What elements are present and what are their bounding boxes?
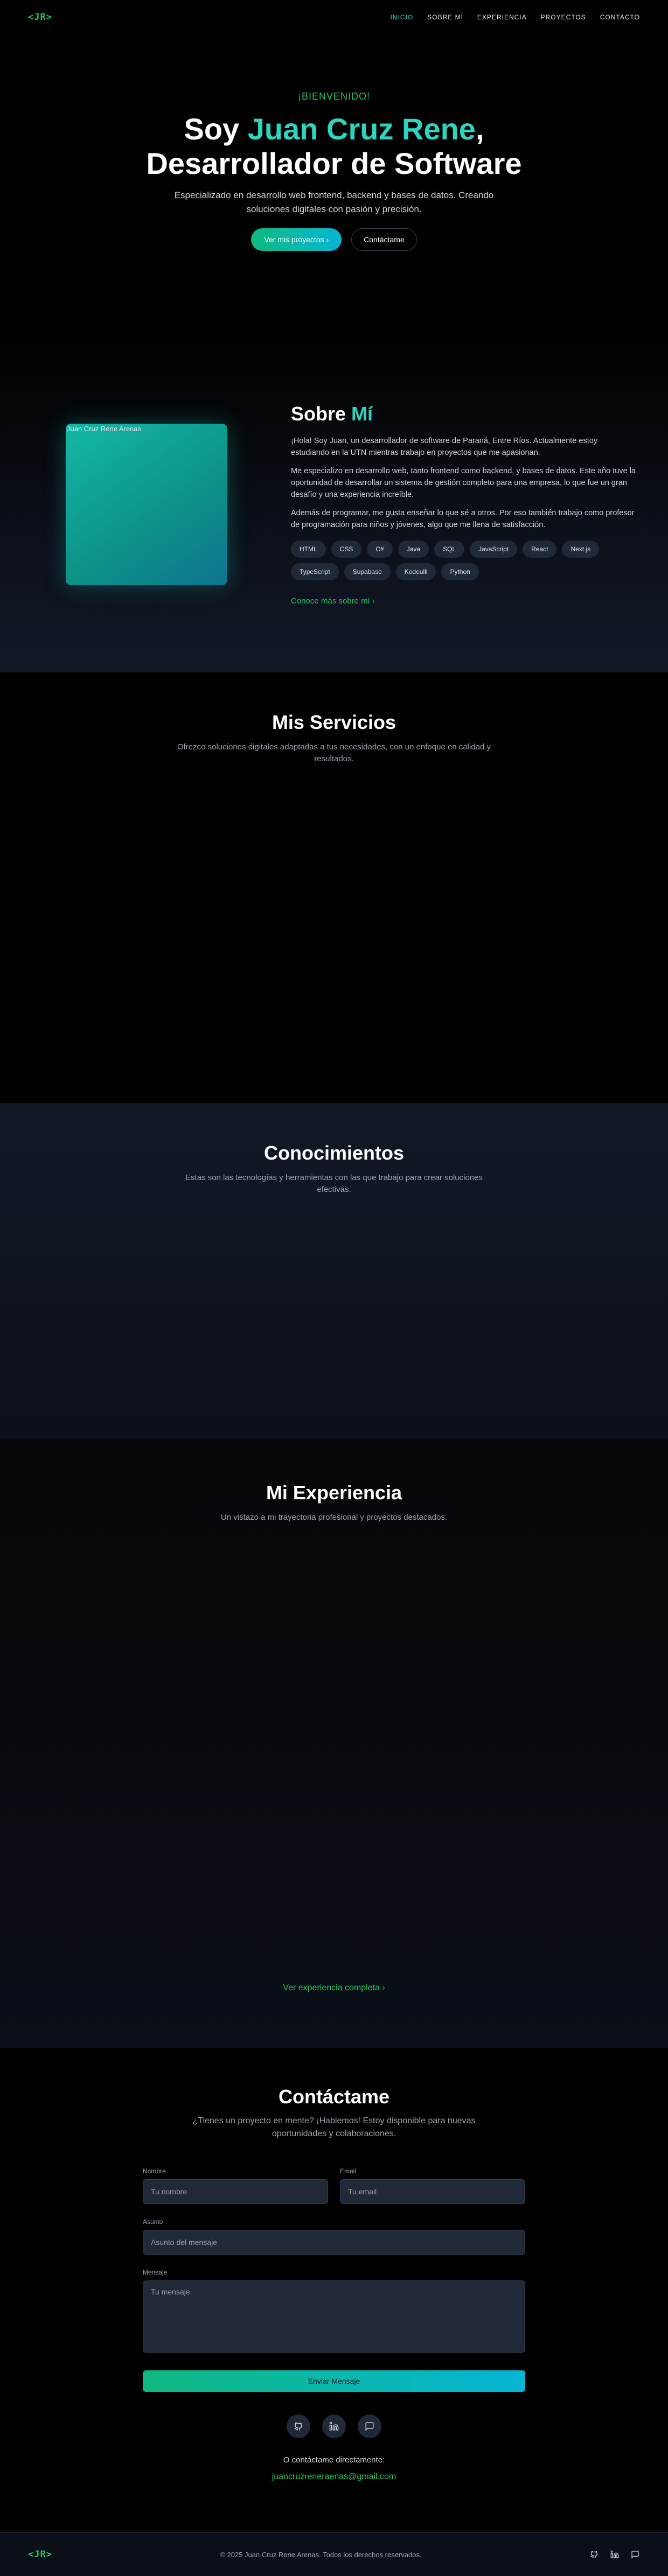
skill-chip: Kodeulli bbox=[395, 563, 436, 580]
knowledge-section: Conocimientos Estas son las tecnologías … bbox=[0, 1103, 668, 1440]
hero-title-comma: , bbox=[475, 112, 484, 146]
linkedin-link[interactable] bbox=[322, 2414, 346, 2438]
github-icon bbox=[294, 2422, 302, 2431]
subject-label: Asunto bbox=[143, 2218, 163, 2226]
hero-title: Soy Juan Cruz Rene, Desarrollador de Sof… bbox=[146, 112, 521, 181]
profile-image-alt: Juan Cruz Rene Arenas bbox=[67, 424, 142, 433]
skill-chip: React bbox=[523, 540, 557, 558]
contact-email-link[interactable]: juancruzreneraenas@gmail.com bbox=[272, 2472, 396, 2482]
services-subtitle: Ofrezco soluciones digitales adaptadas a… bbox=[177, 742, 491, 763]
nav-proyectos[interactable]: PROYECTOS bbox=[541, 13, 586, 21]
experience-section: Mi Experiencia Un vistazo a mi trayector… bbox=[0, 1440, 668, 2048]
about-title-accent: Mí bbox=[351, 402, 373, 425]
skill-chip: HTML bbox=[291, 540, 326, 558]
footer-copyright: © 2025 Juan Cruz Rene Arenas. Todos los … bbox=[220, 2550, 422, 2559]
skill-chip: Java bbox=[398, 540, 429, 558]
experience-title: Mi Experiencia bbox=[266, 1482, 402, 1504]
nav-sobre-mi[interactable]: SOBRE MÍ bbox=[427, 13, 463, 21]
name-field-group: Nombre bbox=[143, 2167, 328, 2204]
skill-chip: Python bbox=[441, 563, 479, 580]
nav-contacto[interactable]: CONTACTO bbox=[600, 13, 640, 21]
services-title: Mis Servicios bbox=[272, 711, 396, 733]
message-icon bbox=[365, 2422, 374, 2431]
contact-me-button[interactable]: Contáctame bbox=[351, 228, 417, 251]
contact-alt-text: O contáctame directamente: bbox=[283, 2455, 385, 2465]
footer-chat-link[interactable] bbox=[630, 2550, 640, 2559]
services-section: Mis Servicios Ofrezco soluciones digital… bbox=[0, 672, 668, 1103]
nav-inicio[interactable]: INICIO bbox=[391, 13, 414, 21]
site-header: <JR> INICIO SOBRE MÍ EXPERIENCIA PROYECT… bbox=[0, 0, 668, 34]
skill-chip: TypeScript bbox=[291, 563, 339, 580]
form-row: Nombre Email bbox=[143, 2167, 525, 2218]
footer-logo[interactable]: <JR> bbox=[28, 2549, 52, 2560]
hero-subtitle: Especializado en desarrollo web frontend… bbox=[174, 190, 494, 214]
footer-linkedin-link[interactable] bbox=[610, 2550, 620, 2559]
skill-chip: CSS bbox=[331, 540, 362, 558]
contact-subtitle: ¿Tienes un proyecto en mente? ¡Hablemos!… bbox=[192, 2116, 476, 2138]
skill-chip: Next.js bbox=[562, 540, 600, 558]
email-field-group: Email bbox=[340, 2167, 525, 2204]
about-title-prefix: Sobre bbox=[291, 402, 352, 425]
about-paragraph: Además de programar, me gusta enseñar lo… bbox=[291, 508, 635, 529]
contact-section: Contáctame ¿Tienes un proyecto en mente?… bbox=[0, 2048, 668, 2532]
experience-subtitle: Un vistazo a mi trayectoria profesional … bbox=[220, 1513, 448, 1522]
footer-social-links bbox=[589, 2550, 640, 2559]
contact-title: Contáctame bbox=[278, 2086, 390, 2108]
full-experience-link[interactable]: Ver experiencia completa › bbox=[0, 1983, 668, 1993]
skill-chip: JavaScript bbox=[470, 540, 518, 558]
about-paragraph: Me especializo en desarrollo web, tanto … bbox=[291, 466, 636, 499]
site-logo[interactable]: <JR> bbox=[28, 12, 52, 23]
skill-chip: C# bbox=[367, 540, 393, 558]
about-title: Sobre Mí bbox=[291, 403, 636, 425]
knowledge-subtitle: Estas son las tecnologías y herramientas… bbox=[185, 1173, 483, 1194]
about-content: Sobre Mí ¡Hola! Soy Juan, un desarrollad… bbox=[291, 403, 636, 606]
chat-link[interactable] bbox=[358, 2414, 381, 2438]
message-label: Mensaje bbox=[143, 2269, 168, 2276]
about-more-link[interactable]: Conoce más sobre mí › bbox=[291, 596, 375, 606]
view-projects-button[interactable]: Ver mis proyectos › bbox=[251, 228, 342, 251]
hero-title-name: Juan Cruz Rene bbox=[247, 112, 476, 146]
linkedin-icon bbox=[610, 2550, 619, 2558]
hero-title-role: Desarrollador de Software bbox=[146, 146, 522, 180]
message-icon bbox=[631, 2551, 639, 2559]
skill-chip: Supabase bbox=[344, 563, 391, 580]
message-field-group: Mensaje bbox=[143, 2269, 525, 2355]
about-paragraph: ¡Hola! Soy Juan, un desarrollador de sof… bbox=[291, 436, 598, 457]
github-icon bbox=[590, 2551, 597, 2558]
contact-form: Nombre Email Asunto Mensaje Enviar Mensa… bbox=[143, 2167, 525, 2392]
name-input[interactable] bbox=[143, 2179, 328, 2204]
email-label: Email bbox=[340, 2167, 357, 2175]
about-section: Juan Cruz Rene Arenas Sobre Mí ¡Hola! So… bbox=[0, 336, 668, 672]
nav-experiencia[interactable]: EXPERIENCIA bbox=[477, 13, 527, 21]
message-textarea[interactable] bbox=[143, 2280, 525, 2353]
site-footer: <JR> © 2025 Juan Cruz Rene Arenas. Todos… bbox=[0, 2532, 668, 2576]
name-label: Nombre bbox=[143, 2167, 166, 2175]
subject-field-group: Asunto bbox=[143, 2218, 525, 2255]
email-input[interactable] bbox=[340, 2179, 525, 2204]
hero-section: ¡BIENVENIDO! Soy Juan Cruz Rene, Desarro… bbox=[0, 34, 668, 336]
footer-github-link[interactable] bbox=[589, 2550, 599, 2559]
knowledge-title: Conocimientos bbox=[263, 1142, 404, 1164]
main-nav: INICIO SOBRE MÍ EXPERIENCIA PROYECTOS CO… bbox=[391, 13, 640, 21]
profile-image: Juan Cruz Rene Arenas bbox=[66, 423, 227, 585]
hero-welcome: ¡BIENVENIDO! bbox=[297, 91, 371, 102]
hero-title-prefix: Soy bbox=[184, 112, 248, 146]
linkedin-icon bbox=[329, 2421, 339, 2431]
social-links bbox=[0, 2414, 668, 2438]
skills-list: HTML CSS C# Java SQL JavaScript React Ne… bbox=[291, 540, 636, 580]
hero-buttons: Ver mis proyectos › Contáctame bbox=[251, 228, 417, 251]
subject-input[interactable] bbox=[143, 2230, 525, 2255]
send-message-button[interactable]: Enviar Mensaje bbox=[143, 2370, 525, 2392]
skill-chip: SQL bbox=[434, 540, 465, 558]
github-link[interactable] bbox=[287, 2414, 310, 2438]
